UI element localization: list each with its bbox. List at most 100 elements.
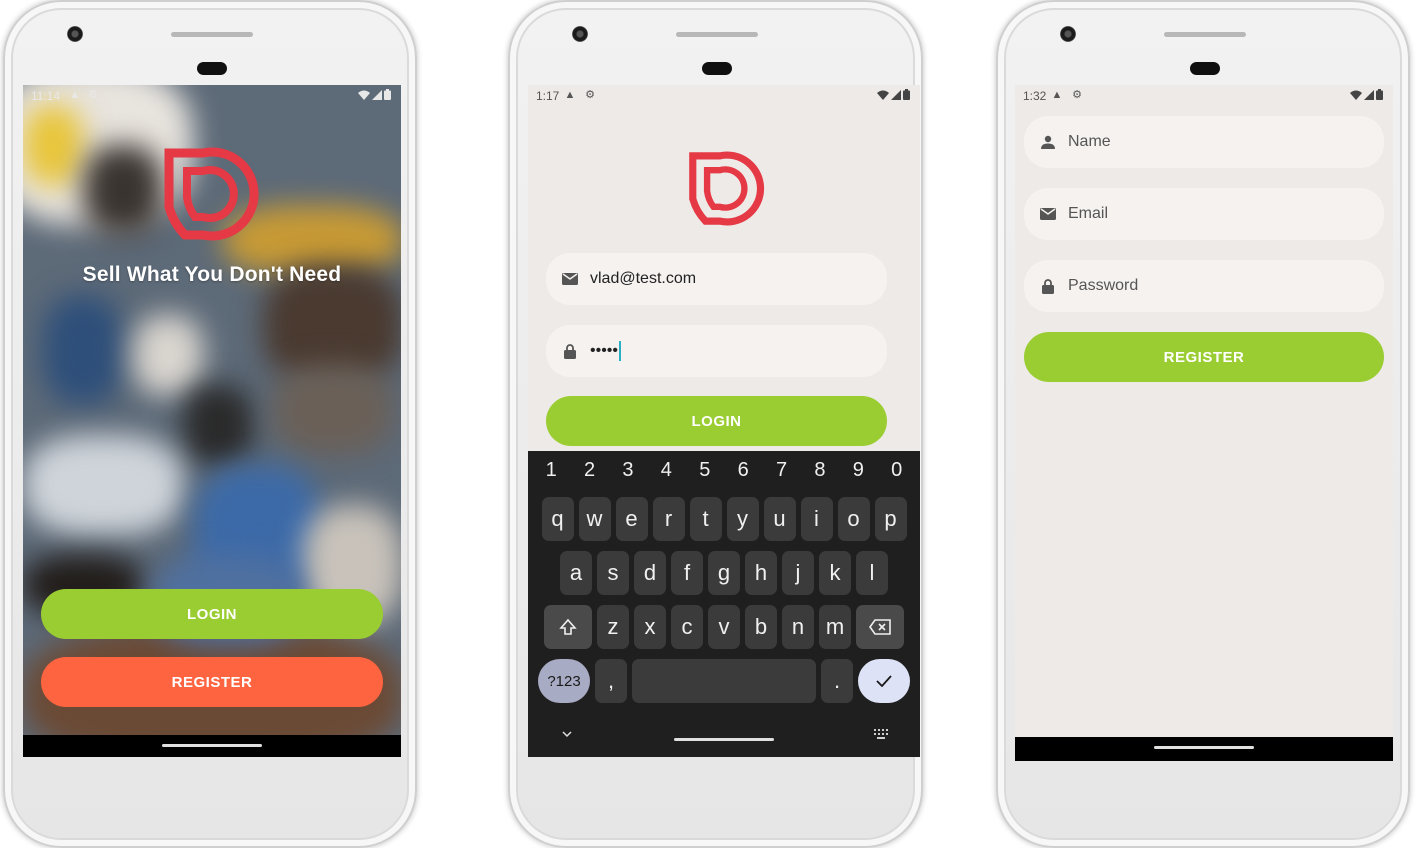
password-field[interactable]: Password: [1024, 260, 1384, 312]
settings-notification-icon: ⚙: [88, 89, 98, 101]
login-screen: 1:17 ▲ ⚙ vlad@test.com ••••• LOGIN 1 2 3…: [528, 85, 920, 757]
key-o[interactable]: o: [837, 497, 870, 541]
email-icon: [1040, 206, 1056, 222]
key-l[interactable]: l: [856, 551, 888, 595]
key-2[interactable]: 2: [575, 459, 605, 482]
email-value: vlad@test.com: [590, 270, 697, 287]
keyboard-row-1: q w e r t y u i o p: [528, 497, 920, 541]
key-h[interactable]: h: [745, 551, 777, 595]
backspace-icon: [869, 619, 891, 635]
key-d[interactable]: d: [634, 551, 666, 595]
email-field[interactable]: vlad@test.com: [546, 253, 887, 305]
space-key[interactable]: [632, 659, 816, 703]
key-n[interactable]: n: [782, 605, 814, 649]
key-w[interactable]: w: [578, 497, 611, 541]
symbols-key[interactable]: ?123: [538, 659, 590, 703]
signal-icon: [372, 89, 382, 100]
login-button[interactable]: LOGIN: [546, 396, 887, 446]
app-notification-icon: ▲: [564, 89, 576, 101]
lock-icon: [562, 343, 578, 359]
status-bar: 1:32 ▲ ⚙: [1015, 85, 1393, 107]
name-field[interactable]: Name: [1024, 116, 1384, 168]
lock-icon: [1040, 278, 1056, 294]
key-m[interactable]: m: [819, 605, 851, 649]
key-5[interactable]: 5: [690, 459, 720, 482]
navigation-bar: [23, 735, 401, 757]
key-i[interactable]: i: [800, 497, 833, 541]
key-9[interactable]: 9: [843, 459, 873, 482]
key-7[interactable]: 7: [767, 459, 797, 482]
speaker-grille: [1164, 32, 1246, 37]
key-3[interactable]: 3: [613, 459, 643, 482]
key-u[interactable]: u: [763, 497, 796, 541]
key-1[interactable]: 1: [536, 459, 566, 482]
email-icon: [562, 271, 578, 287]
done-key[interactable]: [858, 659, 910, 703]
shift-icon: [559, 618, 577, 635]
on-screen-keyboard: 1 2 3 4 5 6 7 8 9 0 q w e r t y u i o p …: [528, 451, 920, 757]
status-time: 1:32: [1023, 89, 1047, 103]
home-gesture-pill[interactable]: [1154, 746, 1254, 749]
key-f[interactable]: f: [671, 551, 703, 595]
app-notification-icon: ▲: [69, 89, 81, 101]
settings-notification-icon: ⚙: [585, 89, 595, 101]
key-p[interactable]: p: [874, 497, 907, 541]
email-field[interactable]: Email: [1024, 188, 1384, 240]
tagline: Sell What You Don't Need: [82, 263, 342, 286]
key-g[interactable]: g: [708, 551, 740, 595]
chevron-down-icon[interactable]: [562, 731, 572, 738]
key-t[interactable]: t: [689, 497, 722, 541]
register-button[interactable]: REGISTER: [41, 657, 383, 707]
home-gesture-pill[interactable]: [162, 744, 262, 747]
key-r[interactable]: r: [652, 497, 685, 541]
key-v[interactable]: v: [708, 605, 740, 649]
proximity-sensor: [702, 62, 732, 75]
key-j[interactable]: j: [782, 551, 814, 595]
key-a[interactable]: a: [560, 551, 592, 595]
battery-icon: [384, 89, 391, 100]
name-placeholder: Name: [1068, 133, 1111, 150]
key-k[interactable]: k: [819, 551, 851, 595]
key-0[interactable]: 0: [882, 459, 912, 482]
key-b[interactable]: b: [745, 605, 777, 649]
key-6[interactable]: 6: [728, 459, 758, 482]
key-8[interactable]: 8: [805, 459, 835, 482]
keyboard-row-2: a s d f g h j k l: [528, 551, 920, 595]
key-c[interactable]: c: [671, 605, 703, 649]
password-field[interactable]: •••••: [546, 325, 887, 377]
key-s[interactable]: s: [597, 551, 629, 595]
key-x[interactable]: x: [634, 605, 666, 649]
comma-key[interactable]: ,: [595, 659, 627, 703]
backspace-key[interactable]: [856, 605, 904, 649]
register-screen: 1:32 ▲ ⚙ Name Email Password REGISTER: [1015, 85, 1393, 761]
battery-icon: [903, 89, 910, 100]
keyboard-row-4: ?123 , .: [528, 659, 920, 703]
brand-logo: [164, 147, 259, 241]
number-row: 1 2 3 4 5 6 7 8 9 0: [528, 459, 920, 482]
key-q[interactable]: q: [541, 497, 574, 541]
period-key[interactable]: .: [821, 659, 853, 703]
keyboard-row-3: z x c v b n m: [528, 605, 920, 649]
key-e[interactable]: e: [615, 497, 648, 541]
key-z[interactable]: z: [597, 605, 629, 649]
phone-frame-welcome: 11:14 ▲ ⚙ Sell What You Don't Need LOGIN…: [3, 0, 417, 848]
keyboard-icon[interactable]: [874, 729, 888, 739]
key-y[interactable]: y: [726, 497, 759, 541]
front-camera: [572, 26, 588, 42]
text-cursor: [619, 341, 622, 361]
keyboard-footer: [528, 717, 920, 757]
login-button[interactable]: LOGIN: [41, 589, 383, 639]
front-camera: [67, 26, 83, 42]
wifi-icon: [358, 90, 370, 100]
status-bar: 1:17 ▲ ⚙: [528, 85, 920, 107]
battery-icon: [1376, 89, 1383, 100]
shift-key[interactable]: [544, 605, 592, 649]
signal-icon: [1364, 89, 1374, 100]
home-gesture-pill[interactable]: [674, 738, 774, 741]
register-button[interactable]: REGISTER: [1024, 332, 1384, 382]
speaker-grille: [676, 32, 758, 37]
speaker-grille: [171, 32, 253, 37]
navigation-bar: [1015, 737, 1393, 761]
welcome-screen: 11:14 ▲ ⚙ Sell What You Don't Need LOGIN…: [23, 85, 401, 757]
key-4[interactable]: 4: [651, 459, 681, 482]
